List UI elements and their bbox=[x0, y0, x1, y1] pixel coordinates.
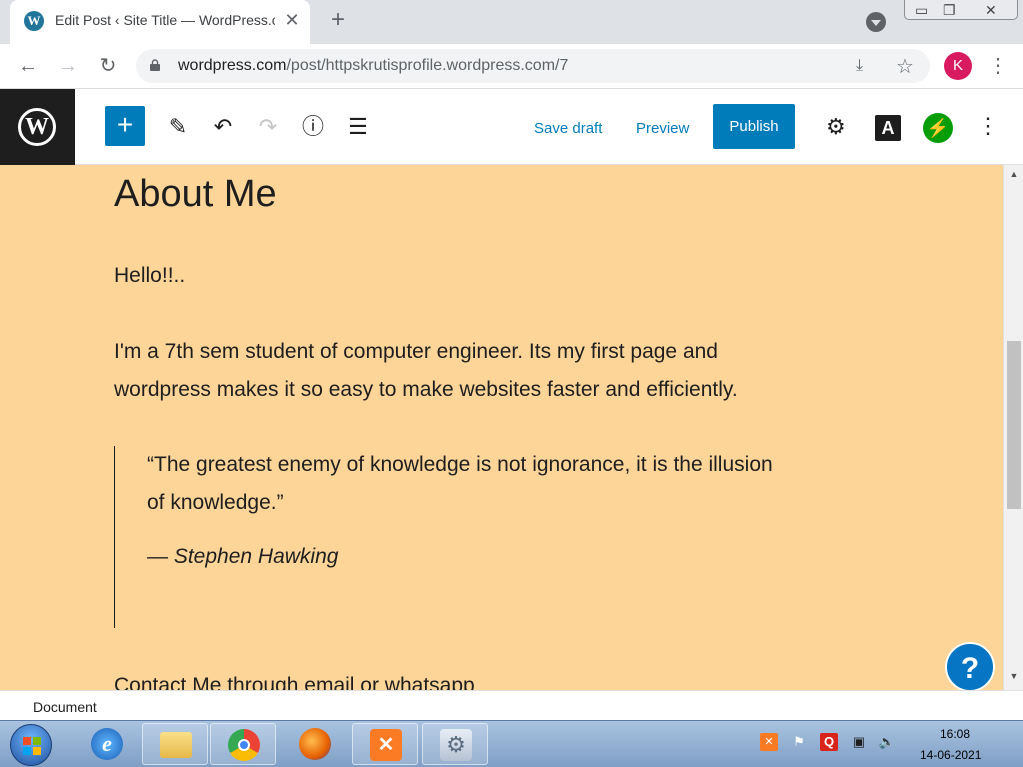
url-path: /post/httpskrutisprofile.wordpress.com/7 bbox=[286, 57, 569, 74]
taskbar-firefox[interactable] bbox=[282, 723, 348, 765]
paragraph-intro-line2[interactable]: wordpress makes it so easy to make websi… bbox=[114, 371, 738, 409]
back-icon[interactable]: ← bbox=[16, 54, 40, 78]
more-options-icon[interactable]: ⋮ bbox=[977, 113, 999, 139]
settings-gear-icon[interactable]: ⚙ bbox=[826, 114, 846, 140]
quote-text: “The greatest enemy of knowledge is not … bbox=[147, 446, 887, 522]
internet-explorer-icon: e bbox=[91, 728, 123, 760]
flag-tray-icon[interactable]: ⚑ bbox=[790, 733, 808, 751]
url-host: wordpress.com bbox=[178, 57, 287, 74]
styles-button[interactable]: A bbox=[875, 115, 901, 141]
wordpress-logo-icon: W bbox=[18, 108, 56, 146]
profile-avatar[interactable]: K bbox=[944, 52, 972, 80]
add-block-button[interactable]: + bbox=[105, 106, 145, 146]
xampp-tray-icon[interactable]: ✕ bbox=[760, 733, 778, 751]
undo-icon[interactable]: ↶ bbox=[209, 113, 237, 141]
list-view-icon[interactable]: ☰ bbox=[344, 113, 372, 141]
minimize-icon[interactable]: ▭ bbox=[915, 2, 928, 19]
quick-heal-tray-icon[interactable]: Q bbox=[820, 733, 838, 751]
windows-flag-icon bbox=[23, 737, 41, 755]
clock-date[interactable]: 14-06-2021 bbox=[920, 748, 981, 762]
editor-canvas: About Me Hello!!.. I'm a 7th sem student… bbox=[0, 165, 1003, 690]
start-button[interactable] bbox=[10, 724, 52, 766]
quote-line2: of knowledge.” bbox=[147, 491, 284, 514]
quote-citation: — Stephen Hawking bbox=[147, 545, 339, 568]
info-icon[interactable]: ⓘ bbox=[299, 113, 327, 141]
jetpack-bolt-icon[interactable]: ⚡ bbox=[923, 113, 953, 143]
new-tab-button[interactable]: + bbox=[326, 8, 350, 32]
folder-icon bbox=[160, 732, 192, 758]
settings-app-icon: ⚙ bbox=[440, 729, 472, 761]
quote-line1: “The greatest enemy of knowledge is not … bbox=[147, 453, 773, 476]
publish-button[interactable]: Publish bbox=[713, 104, 795, 149]
xampp-icon: ✕ bbox=[370, 729, 402, 761]
browser-toolbar: ← → ↻ wordpress.com/post/httpskrutisprof… bbox=[0, 44, 1023, 89]
post-title[interactable]: About Me bbox=[114, 173, 277, 216]
paragraph-intro-line1[interactable]: I'm a 7th sem student of computer engine… bbox=[114, 333, 718, 371]
wordpress-logo-button[interactable]: W bbox=[0, 89, 75, 165]
windows-taskbar: e ✕ ⚙ ✕ ⚑ Q ▣ 🔈 16:08 14-06-2021 bbox=[0, 720, 1023, 767]
chrome-menu-icon[interactable]: ⋮ bbox=[988, 53, 1008, 78]
tab-strip: W Edit Post ‹ Site Title — WordPress.com… bbox=[0, 0, 1023, 44]
install-app-icon[interactable]: ⤓ bbox=[856, 57, 863, 75]
system-tray: ✕ ⚑ Q ▣ 🔈 bbox=[758, 733, 908, 757]
editor-footer: Document bbox=[0, 690, 1023, 720]
reload-icon[interactable]: ↻ bbox=[96, 54, 120, 78]
taskbar-chrome[interactable] bbox=[210, 723, 276, 765]
tab-title: Edit Post ‹ Site Title — WordPress.com bbox=[55, 12, 275, 28]
paragraph-hello[interactable]: Hello!!.. bbox=[114, 257, 185, 295]
scroll-thumb[interactable] bbox=[1007, 341, 1021, 509]
network-tray-icon[interactable]: ▣ bbox=[850, 733, 868, 751]
close-window-icon[interactable]: ✕ bbox=[985, 2, 997, 19]
window-controls: ▭ ❐ ✕ bbox=[904, 0, 1018, 20]
lock-icon bbox=[150, 59, 160, 71]
help-button[interactable]: ? bbox=[945, 642, 995, 690]
taskbar-xampp[interactable]: ✕ bbox=[352, 723, 418, 765]
taskbar-ie[interactable]: e bbox=[74, 723, 140, 765]
firefox-icon bbox=[299, 728, 331, 760]
editor-scrollbar[interactable]: ▲ ▼ bbox=[1003, 165, 1023, 690]
url-text: wordpress.com/post/httpskrutisprofile.wo… bbox=[178, 57, 568, 75]
redo-icon[interactable]: ↷ bbox=[254, 113, 282, 141]
quote-block[interactable]: “The greatest enemy of knowledge is not … bbox=[114, 446, 874, 628]
bookmark-star-icon[interactable]: ☆ bbox=[896, 54, 914, 79]
paragraph-contact[interactable]: Contact Me through email or whatsapp bbox=[114, 667, 475, 690]
editor-header: W + ✎ ↶ ↷ ⓘ ☰ Save draft Preview Publish… bbox=[0, 89, 1023, 165]
browser-tab[interactable]: W Edit Post ‹ Site Title — WordPress.com… bbox=[10, 0, 310, 44]
pencil-icon[interactable]: ✎ bbox=[164, 113, 192, 141]
taskbar-settings[interactable]: ⚙ bbox=[422, 723, 488, 765]
scroll-up-icon[interactable]: ▲ bbox=[1004, 169, 1023, 179]
tab-close-icon[interactable]: ✕ bbox=[282, 10, 302, 30]
preview-button[interactable]: Preview bbox=[636, 120, 689, 137]
wordpress-favicon-icon: W bbox=[24, 11, 44, 31]
scroll-down-icon[interactable]: ▼ bbox=[1004, 671, 1023, 681]
tab-search-icon[interactable] bbox=[866, 12, 886, 32]
chrome-icon bbox=[228, 729, 260, 761]
restore-icon[interactable]: ❐ bbox=[943, 2, 956, 19]
taskbar-explorer[interactable] bbox=[142, 723, 208, 765]
volume-muted-icon[interactable]: 🔈 bbox=[878, 733, 896, 751]
address-bar[interactable]: wordpress.com/post/httpskrutisprofile.wo… bbox=[136, 49, 930, 83]
clock-time[interactable]: 16:08 bbox=[940, 727, 970, 741]
forward-icon[interactable]: → bbox=[56, 54, 80, 78]
save-draft-button[interactable]: Save draft bbox=[534, 120, 602, 137]
breadcrumb-document[interactable]: Document bbox=[33, 699, 97, 715]
